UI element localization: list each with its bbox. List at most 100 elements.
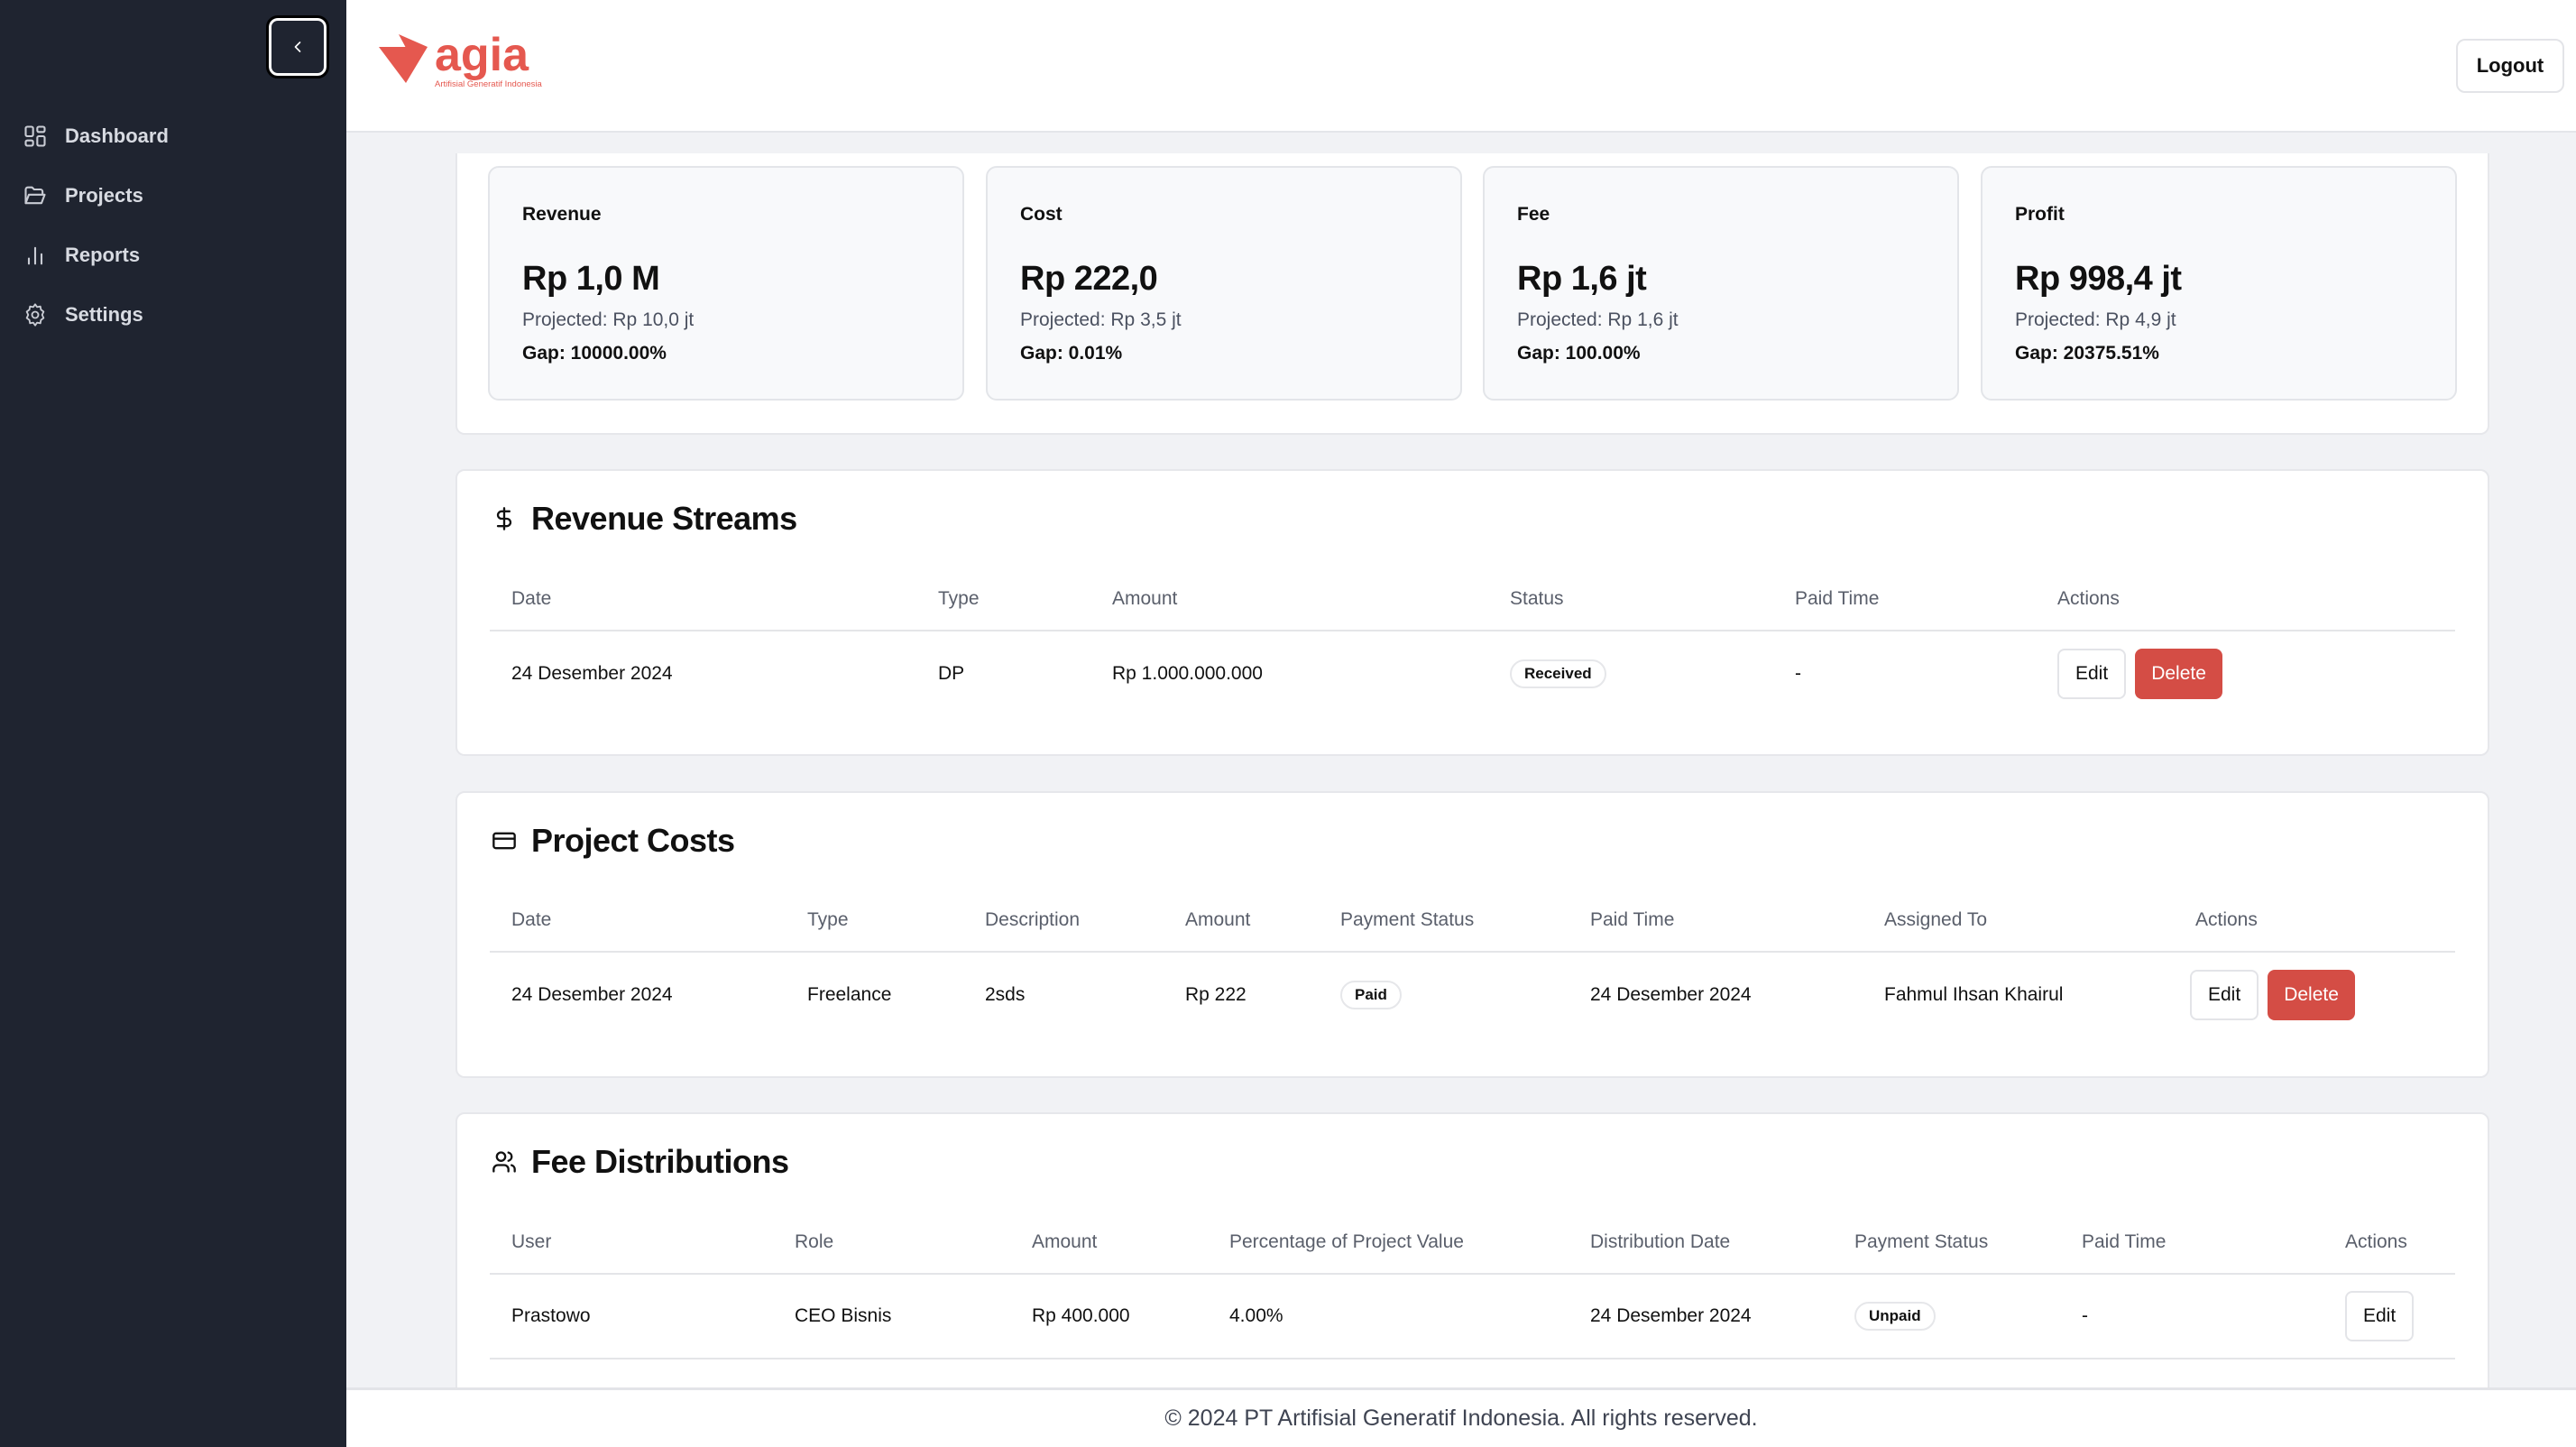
sidebar-item-reports[interactable]: Reports	[0, 226, 346, 285]
column-header: Type	[807, 909, 849, 930]
column-header: Date	[511, 909, 552, 930]
card-gap: Gap: 0.01%	[1020, 343, 1123, 364]
card-projected: Projected: Rp 1,6 jt	[1517, 309, 1679, 330]
table-header: User Role Amount Percentage of Project V…	[490, 1212, 2455, 1275]
cell-description: 2sds	[985, 984, 1026, 1005]
cell-paid-time: -	[2082, 1305, 2088, 1326]
card-projected: Projected: Rp 4,9 jt	[2015, 309, 2176, 330]
fee-distributions-table: User Role Amount Percentage of Project V…	[490, 1212, 2455, 1359]
column-header: Amount	[1032, 1231, 1098, 1252]
edit-button[interactable]: Edit	[2190, 970, 2259, 1020]
card-gap: Gap: 100.00%	[1517, 343, 1641, 364]
payment-status-badge: Unpaid	[1854, 1302, 1936, 1331]
column-header: Amount	[1185, 909, 1251, 930]
folder-open-icon	[22, 182, 49, 209]
table-row: Prastowo CEO Bisnis Rp 400.000 4.00% 24 …	[490, 1275, 2455, 1359]
top-header: agia Artifisial Generatif Indonesia Logo…	[346, 0, 2576, 133]
dashboard-grid-icon	[22, 123, 49, 150]
column-header: Actions	[2057, 588, 2120, 609]
sidebar-item-label: Projects	[65, 184, 143, 207]
cell-amount: Rp 222	[1185, 984, 1247, 1005]
cell-percentage: 4.00%	[1229, 1305, 1283, 1326]
column-header: Type	[938, 588, 980, 609]
cell-amount: Rp 400.000	[1032, 1305, 1130, 1326]
logout-button[interactable]: Logout	[2456, 39, 2564, 93]
cell-date: 24 Desember 2024	[511, 984, 673, 1005]
table-row: 24 Desember 2024 Freelance 2sds Rp 222 P…	[490, 953, 2455, 1037]
users-icon	[490, 1147, 519, 1176]
sidebar-nav: Dashboard Projects Reports Settings	[0, 106, 346, 345]
copyright-text: © 2024 PT Artifisial Generatif Indonesia…	[1164, 1406, 1758, 1431]
cell-date: 24 Desember 2024	[511, 663, 673, 684]
table-header: Date Type Description Amount Payment Sta…	[490, 889, 2455, 953]
project-costs-panel: Project Costs Date Type Description Amou…	[455, 791, 2489, 1078]
column-header: Percentage of Project Value	[1229, 1231, 1464, 1252]
fee-card: Fee Rp 1,6 jt Projected: Rp 1,6 jt Gap: …	[1483, 166, 1959, 401]
sidebar-item-settings[interactable]: Settings	[0, 285, 346, 345]
sidebar-item-projects[interactable]: Projects	[0, 166, 346, 226]
card-projected: Projected: Rp 10,0 jt	[522, 309, 695, 330]
table-header: Date Type Amount Status Paid Time Action…	[490, 568, 2455, 631]
column-header: Paid Time	[1590, 909, 1675, 930]
column-header: Actions	[2345, 1231, 2407, 1252]
column-header: Actions	[2195, 909, 2258, 930]
cell-actions: Edit Delete	[2057, 631, 2222, 716]
revenue-streams-title: Revenue Streams	[490, 498, 797, 539]
project-costs-table: Date Type Description Amount Payment Sta…	[490, 889, 2455, 1037]
cell-actions: Edit	[2345, 1275, 2415, 1358]
section-title-text: Fee Distributions	[531, 1143, 789, 1180]
edit-button[interactable]: Edit	[2345, 1291, 2415, 1341]
chevron-left-icon	[294, 41, 301, 52]
bar-chart-icon	[22, 242, 49, 269]
cell-distribution-date: 24 Desember 2024	[1590, 1305, 1752, 1326]
delete-button[interactable]: Delete	[2135, 649, 2222, 699]
sidebar-item-label: Dashboard	[65, 124, 169, 147]
project-costs-title: Project Costs	[490, 820, 735, 862]
edit-button[interactable]: Edit	[2057, 649, 2127, 699]
agia-logo[interactable]: agia Artifisial Generatif Indonesia	[379, 29, 550, 103]
card-gap: Gap: 10000.00%	[522, 343, 667, 364]
cell-actions: Edit Delete	[2190, 953, 2355, 1037]
cell-type: Freelance	[807, 984, 892, 1005]
collapse-sidebar-button[interactable]	[266, 15, 329, 78]
cell-user: Prastowo	[511, 1305, 591, 1326]
section-title-text: Project Costs	[531, 822, 735, 859]
logo-wordmark: agia	[435, 31, 529, 81]
sidebar-item-label: Settings	[65, 303, 143, 326]
card-label: Profit	[2015, 204, 2065, 225]
dollar-icon	[490, 504, 519, 533]
card-gap: Gap: 20375.51%	[2015, 343, 2159, 364]
revenue-streams-panel: Revenue Streams Date Type Amount Status …	[455, 469, 2489, 756]
column-header: Role	[795, 1231, 834, 1252]
sidebar-item-label: Reports	[65, 244, 141, 266]
credit-card-icon	[490, 826, 519, 855]
column-header: Date	[511, 588, 552, 609]
column-header: Assigned To	[1884, 909, 1988, 930]
card-value: Rp 222,0	[1020, 260, 1158, 298]
cell-payment-status: Paid	[1340, 953, 1402, 1037]
sidebar-item-dashboard[interactable]: Dashboard	[0, 106, 346, 166]
fee-distributions-panel: Fee Distributions User Role Amount Perce…	[455, 1112, 2489, 1419]
fee-distributions-title: Fee Distributions	[490, 1141, 789, 1183]
delete-button[interactable]: Delete	[2268, 970, 2355, 1020]
payment-status-badge: Paid	[1340, 981, 1402, 1009]
cell-role: CEO Bisnis	[795, 1305, 892, 1326]
card-value: Rp 1,0 M	[522, 260, 660, 298]
profit-card: Profit Rp 998,4 jt Projected: Rp 4,9 jt …	[1981, 166, 2457, 401]
sidebar: Dashboard Projects Reports Settings	[0, 0, 346, 1447]
logo-tagline: Artifisial Generatif Indonesia	[435, 79, 543, 89]
column-header: Payment Status	[1854, 1231, 1989, 1252]
cell-status: Received	[1510, 631, 1606, 716]
column-header: Amount	[1112, 588, 1178, 609]
status-badge: Received	[1510, 659, 1606, 688]
cell-paid-time: 24 Desember 2024	[1590, 984, 1752, 1005]
card-label: Fee	[1517, 204, 1550, 225]
column-header: Distribution Date	[1590, 1231, 1731, 1252]
column-header: Description	[985, 909, 1081, 930]
card-label: Revenue	[522, 204, 602, 225]
cell-paid-time: -	[1795, 663, 1801, 684]
cell-assigned-to: Fahmul Ihsan Khairul	[1884, 984, 2064, 1005]
column-header: Paid Time	[1795, 588, 1880, 609]
column-header: Payment Status	[1340, 909, 1475, 930]
card-value: Rp 998,4 jt	[2015, 260, 2182, 298]
